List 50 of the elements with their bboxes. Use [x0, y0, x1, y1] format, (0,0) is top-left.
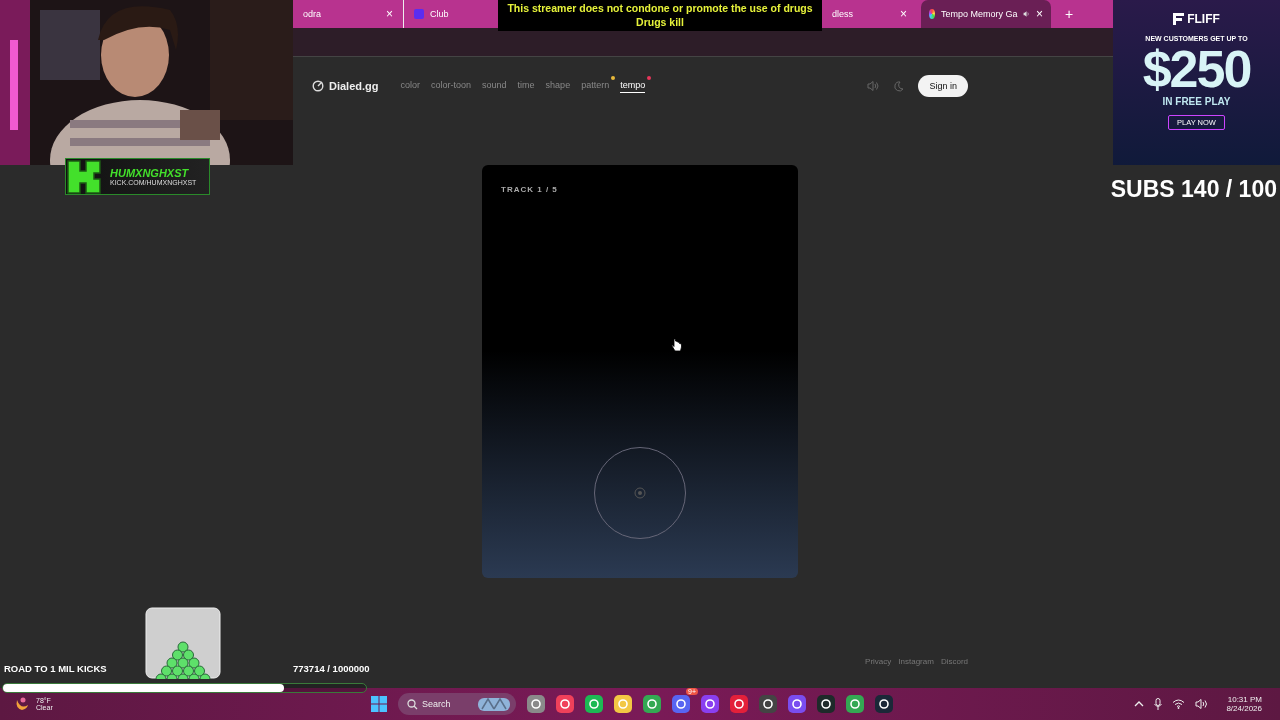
ad-subline: IN FREE PLAY: [1162, 96, 1231, 107]
nav-link[interactable]: tempo: [620, 79, 646, 93]
clock-date[interactable]: 8/24/2026: [1226, 704, 1262, 713]
track-counter: TRACK 1 / 5: [501, 185, 558, 194]
volume-icon[interactable]: [1195, 699, 1209, 709]
nav-link[interactable]: sound: [482, 79, 507, 93]
favicon-icon: [414, 9, 424, 19]
goal-reading: 773714 / 1000000: [293, 663, 370, 674]
footer-link[interactable]: Instagram: [898, 657, 934, 666]
weather-icon[interactable]: [14, 696, 30, 712]
ad-amount: $250: [1142, 42, 1251, 96]
nav-link[interactable]: shape: [545, 79, 571, 93]
wifi-icon[interactable]: [1172, 699, 1186, 709]
microphone-icon[interactable]: [1154, 698, 1163, 710]
sign-in-button[interactable]: Sign in: [918, 75, 968, 97]
brand-name: FLIFF: [1187, 12, 1220, 26]
browser-tab[interactable]: odra ×: [293, 0, 403, 28]
site-logo[interactable]: Dialed.gg: [329, 80, 379, 92]
target-icon: [634, 487, 646, 499]
close-tab-button[interactable]: ×: [900, 7, 907, 21]
tab-title: Club: [430, 9, 450, 19]
close-tab-button[interactable]: ×: [386, 7, 393, 21]
subscriber-goal: SUBS 140 / 100: [1110, 176, 1277, 203]
nav-link[interactable]: pattern: [581, 79, 610, 93]
new-tab-button[interactable]: +: [1065, 6, 1074, 22]
footer-link[interactable]: Discord: [940, 657, 968, 666]
close-tab-button[interactable]: ×: [1036, 7, 1043, 21]
footer-link[interactable]: Privacy: [865, 657, 892, 666]
bridge-icon: [478, 695, 510, 713]
nav-link[interactable]: time: [517, 79, 535, 93]
goal-title: ROAD TO 1 MIL KICKS: [4, 663, 107, 674]
disclaimer-text: Drugs kill: [636, 15, 684, 29]
disclaimer-text: This streamer does not condone or promote the use of drugs: [507, 1, 813, 15]
nav-link[interactable]: color-toon: [431, 79, 472, 93]
start-icon[interactable]: [371, 696, 387, 712]
tab-title: Tempo Memory Ga: [940, 9, 1018, 19]
nav-link[interactable]: color: [400, 79, 421, 93]
browser-tab[interactable]: dless ×: [822, 0, 917, 28]
chevron-up-icon[interactable]: [1134, 701, 1145, 707]
speaker-icon[interactable]: [1023, 9, 1030, 19]
hand-cursor-icon: [671, 338, 682, 353]
favicon-icon: [929, 9, 935, 19]
logo-icon: [312, 80, 324, 92]
browser-tab[interactable]: Tempo Memory Ga ×: [921, 0, 1051, 28]
tab-title: dless: [832, 9, 854, 19]
brand-logo-icon: [1173, 13, 1185, 25]
tab-title: odra: [303, 9, 322, 19]
clock-time[interactable]: 10:31 PM: [1227, 695, 1262, 704]
search-icon: [407, 698, 418, 710]
channel-name: HUMXNGHXST: [110, 167, 190, 179]
